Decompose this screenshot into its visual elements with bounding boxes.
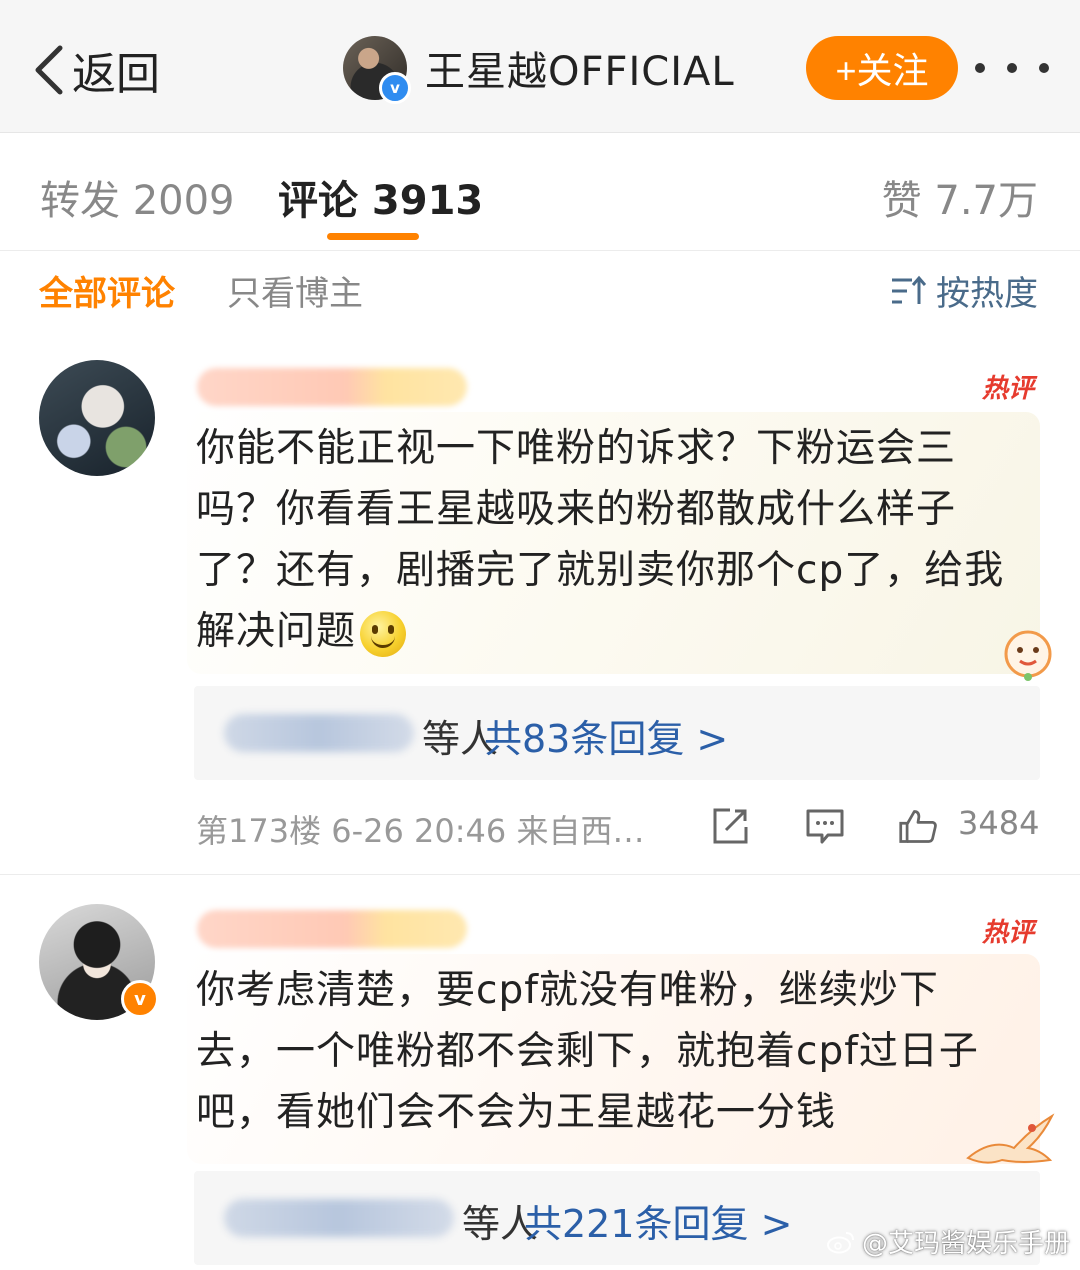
top-bar: 返回 v 王星越OFFICIAL +关注 — [0, 0, 1080, 133]
comment-text[interactable]: 你能不能正视一下唯粉的诉求？下粉运会三吗？你看看王星越吸来的粉都散成什么样子了？… — [196, 418, 1016, 662]
more-dots-icon[interactable] — [975, 50, 1049, 86]
back-label: 返回 — [72, 49, 160, 100]
hot-comment-badge: 热评 — [981, 918, 1034, 948]
tab-like[interactable]: 赞 7.7万 — [882, 168, 1038, 226]
phoenix-sticker-icon — [966, 1113, 1055, 1164]
hot-comment-badge: 热评 — [981, 374, 1034, 404]
verified-badge-icon: v — [379, 72, 411, 104]
comment-icon[interactable] — [805, 806, 845, 846]
filter-all-comments[interactable]: 全部评论 — [39, 266, 175, 315]
commenter-avatar[interactable]: v — [39, 904, 159, 1020]
commenter-name-blurred[interactable] — [197, 910, 467, 948]
comment-meta: 第173楼 6-26 20:46 来自西… — [196, 812, 645, 850]
replies-preview[interactable]: 等人 共83条回复 > — [194, 686, 1040, 780]
back-button[interactable]: 返回 — [30, 38, 160, 102]
active-tab-indicator — [327, 233, 419, 240]
follow-button[interactable]: +关注 — [806, 36, 958, 100]
author-name[interactable]: 王星越OFFICIAL — [425, 39, 735, 97]
replies-count-link[interactable]: 共221条回复 > — [524, 1193, 792, 1248]
commenter-name-blurred[interactable] — [197, 368, 467, 406]
reply-users-blurred — [224, 714, 414, 752]
tab-repost[interactable]: 转发 2009 — [40, 168, 235, 226]
tab-bar: 转发 2009 评论 3913 赞 7.7万 — [0, 132, 1080, 251]
verified-badge-icon: v — [121, 980, 159, 1018]
sort-by-hot-button[interactable]: 按热度 — [890, 266, 1038, 315]
like-count: 3484 — [958, 804, 1040, 842]
share-icon[interactable] — [710, 806, 750, 846]
watermark-text: @艾玛酱娱乐手册 — [861, 1229, 1070, 1259]
comment-item: v 热评 你考虑清楚，要cpf就没有唯粉，继续炒下去，一个唯粉都不会剩下，就抱着… — [0, 876, 1080, 1270]
replies-count-link[interactable]: 共83条回复 > — [484, 708, 728, 763]
sort-icon — [892, 275, 926, 304]
comment-text[interactable]: 你考虑清楚，要cpf就没有唯粉，继续炒下去，一个唯粉都不会剩下，就抱着cpf过日… — [196, 960, 1016, 1143]
watermark: @艾玛酱娱乐手册 — [826, 1223, 1070, 1260]
comment-actions: 3484 — [710, 802, 1040, 850]
tiger-sticker-icon — [1004, 630, 1052, 681]
sort-label: 按热度 — [936, 274, 1038, 314]
reply-users-blurred — [224, 1199, 454, 1237]
commenter-avatar[interactable] — [39, 360, 155, 476]
author-avatar[interactable]: v — [343, 36, 411, 104]
comment-item: 热评 你能不能正视一下唯粉的诉求？下粉运会三吗？你看看王星越吸来的粉都散成什么样… — [0, 340, 1080, 875]
author-info[interactable]: v 王星越OFFICIAL — [343, 36, 735, 104]
filter-owner-only[interactable]: 只看博主 — [227, 266, 363, 315]
weibo-logo-icon — [826, 1231, 854, 1253]
comment-filter-bar: 全部评论 只看博主 按热度 — [0, 250, 1080, 340]
chevron-left-icon — [35, 45, 63, 95]
smile-emoji-icon — [360, 610, 407, 657]
thumbs-up-icon[interactable] — [898, 806, 938, 846]
